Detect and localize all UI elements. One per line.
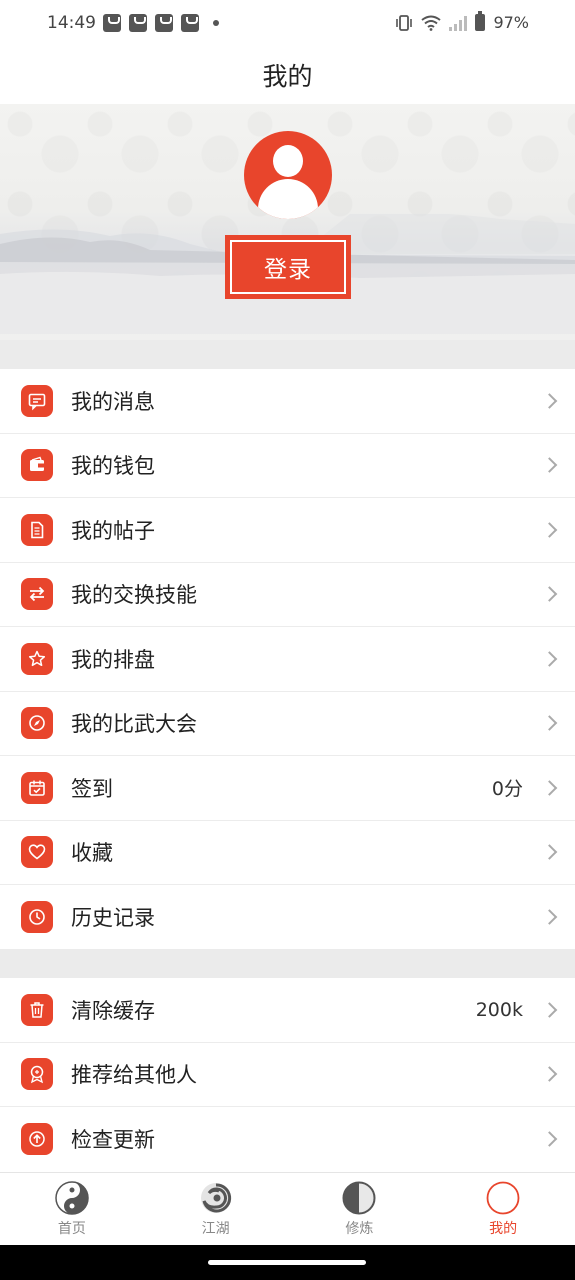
exchange-icon <box>21 578 53 611</box>
menu-label: 推荐给其他人 <box>71 1063 197 1088</box>
menu-label: 我的比武大会 <box>71 712 197 737</box>
compass-icon <box>21 707 53 740</box>
nav-label: 首页 <box>57 1221 86 1237</box>
menu-item-charts[interactable]: 我的排盘 <box>0 627 575 692</box>
avatar[interactable] <box>244 131 332 219</box>
bag-icon <box>129 14 147 32</box>
status-right: 97% <box>395 11 529 32</box>
chevron-right-icon <box>541 521 558 538</box>
star-icon <box>21 642 53 675</box>
nav-tab-home[interactable]: 首页 <box>0 1173 144 1245</box>
battery-icon <box>475 11 486 31</box>
half-circle-icon <box>342 1181 376 1215</box>
chevron-right-icon <box>541 844 558 861</box>
status-bar: 14:49 97% <box>0 0 575 46</box>
avatar-head <box>273 145 303 177</box>
menu-item-wallet[interactable]: 我的钱包 <box>0 434 575 498</box>
login-button[interactable]: 登录 <box>225 235 351 299</box>
chevron-right-icon <box>541 715 558 732</box>
signal-icon <box>449 15 468 31</box>
status-time: 14:49 <box>47 13 96 33</box>
calendar-check-icon <box>21 771 53 804</box>
menu-item-favorites[interactable]: 收藏 <box>0 821 575 885</box>
menu-item-clear-cache[interactable]: 清除缓存 200k <box>0 978 575 1043</box>
app-header: 我的 <box>0 46 575 104</box>
menu-label: 我的钱包 <box>71 454 155 479</box>
home-gesture-bar[interactable] <box>208 1260 366 1265</box>
nav-tab-cultivate[interactable]: 修炼 <box>288 1173 432 1245</box>
chevron-right-icon <box>541 457 558 474</box>
menu-group-primary: 我的消息 我的钱包 我的帖子 我的交换技能 我的排盘 我的比武大会 签到 0分 … <box>0 369 575 950</box>
section-divider <box>0 340 575 369</box>
check-in-points: 0分 <box>491 778 523 801</box>
bag-icon <box>103 14 121 32</box>
menu-item-tournament[interactable]: 我的比武大会 <box>0 692 575 756</box>
upload-icon <box>21 1123 53 1156</box>
clock-icon <box>21 901 53 934</box>
menu-label: 我的排盘 <box>71 647 155 672</box>
bag-icon <box>181 14 199 32</box>
menu-item-posts[interactable]: 我的帖子 <box>0 498 575 563</box>
wallet-icon <box>21 449 53 482</box>
nav-tab-mine[interactable]: 我的 <box>431 1173 575 1245</box>
notification-icons <box>103 14 219 32</box>
menu-item-skill-exchange[interactable]: 我的交换技能 <box>0 563 575 627</box>
page-title: 我的 <box>262 62 313 91</box>
menu-label: 收藏 <box>71 841 113 866</box>
swirl-icon <box>200 1183 231 1213</box>
nav-label: 江湖 <box>201 1221 230 1237</box>
document-icon <box>21 513 53 546</box>
bag-icon <box>155 14 173 32</box>
message-icon <box>21 384 53 417</box>
avatar-body <box>258 179 318 219</box>
login-label: 登录 <box>264 257 312 283</box>
trash-icon <box>21 993 53 1026</box>
menu-item-history[interactable]: 历史记录 <box>0 885 575 950</box>
menu-label: 签到 <box>71 776 113 801</box>
menu-item-recommend[interactable]: 推荐给其他人 <box>0 1043 575 1107</box>
nav-label: 我的 <box>489 1221 518 1237</box>
menu-label: 我的交换技能 <box>71 583 197 608</box>
menu-label: 检查更新 <box>71 1128 155 1153</box>
chevron-right-icon <box>541 779 558 796</box>
heart-icon <box>21 836 53 869</box>
system-nav-bar <box>0 1245 575 1280</box>
chevron-right-icon <box>541 1001 558 1018</box>
menu-label: 历史记录 <box>71 906 155 931</box>
profile-banner: 登录 <box>0 104 575 340</box>
chevron-right-icon <box>541 1066 558 1083</box>
menu-item-messages[interactable]: 我的消息 <box>0 369 575 434</box>
menu-label: 清除缓存 <box>71 998 155 1023</box>
battery-percent: 97% <box>493 13 529 32</box>
wifi-icon <box>421 15 442 31</box>
menu-label: 我的帖子 <box>71 518 155 543</box>
menu-item-check-in[interactable]: 签到 0分 <box>0 756 575 821</box>
menu-item-check-update[interactable]: 检查更新 <box>0 1107 575 1172</box>
chevron-right-icon <box>541 586 558 603</box>
menu-group-secondary: 清除缓存 200k 推荐给其他人 检查更新 <box>0 978 575 1172</box>
chevron-right-icon <box>541 909 558 926</box>
vibrate-icon <box>396 14 413 31</box>
yin-yang-icon <box>55 1181 89 1215</box>
circle-icon <box>486 1181 520 1215</box>
recommend-icon <box>21 1058 53 1091</box>
section-divider <box>0 949 575 978</box>
chevron-right-icon <box>541 650 558 667</box>
more-notifications-dot-icon <box>213 20 219 26</box>
nav-tab-jianghu[interactable]: 江湖 <box>144 1173 288 1245</box>
cache-size: 200k <box>475 998 523 1021</box>
chevron-right-icon <box>541 1131 558 1148</box>
chevron-right-icon <box>541 392 558 409</box>
nav-label: 修炼 <box>345 1221 374 1237</box>
bottom-nav: 首页 江湖 修炼 我的 <box>0 1172 575 1245</box>
menu-label: 我的消息 <box>71 389 155 414</box>
